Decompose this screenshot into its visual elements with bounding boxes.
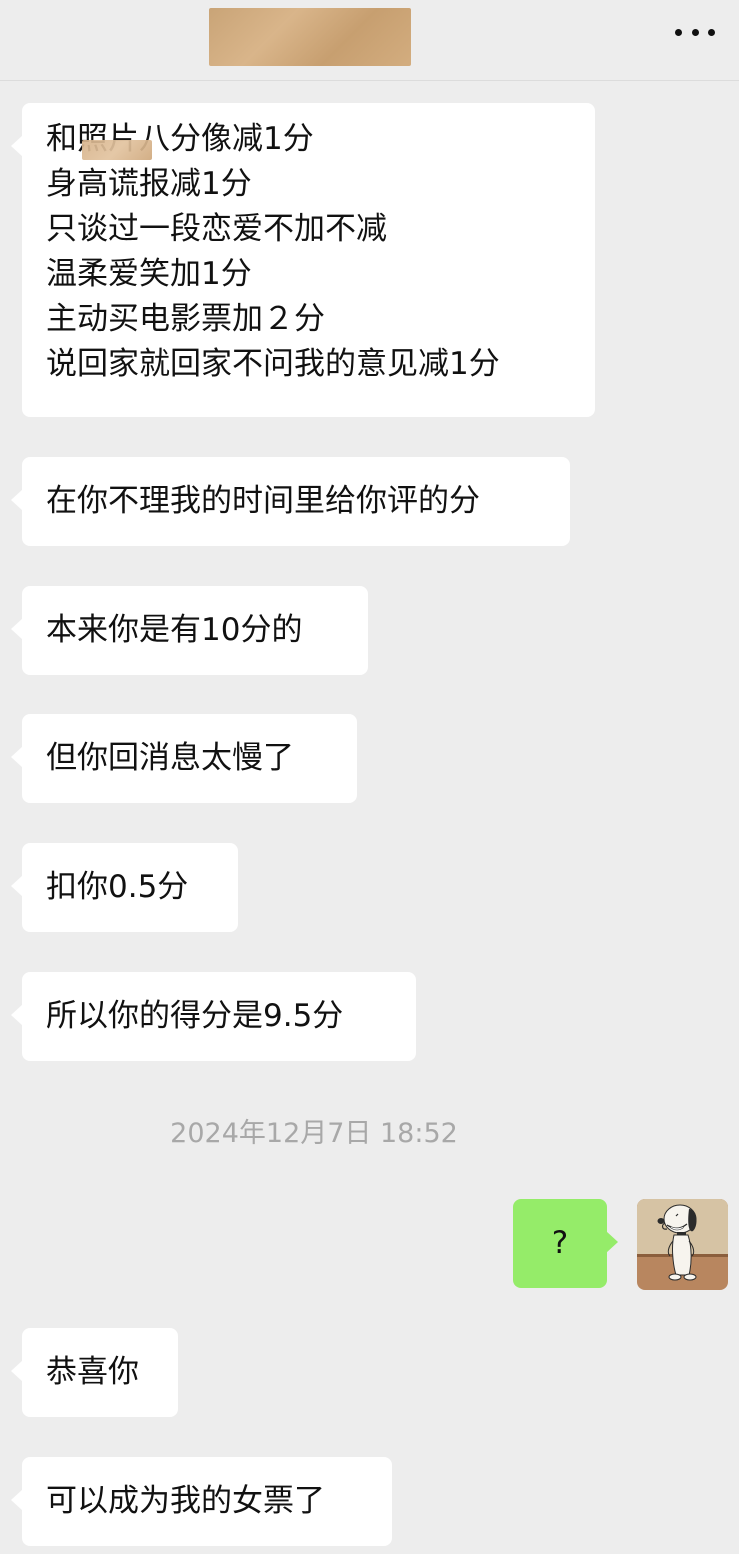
- sent-message-bubble[interactable]: ?: [513, 1199, 618, 1288]
- more-options-icon[interactable]: [675, 24, 715, 40]
- message-text: 扣你0.5分: [46, 869, 189, 905]
- message-text: ?: [551, 1225, 569, 1261]
- message-bubble[interactable]: 在你不理我的时间里给你评的分: [11, 457, 570, 546]
- message-bubble[interactable]: 扣你0.5分: [11, 843, 238, 932]
- message-text: 可以成为我的女票了: [46, 1483, 325, 1519]
- snoopy-avatar-icon: [637, 1199, 728, 1290]
- message-bubble[interactable]: 恭喜你: [11, 1328, 178, 1417]
- censored-chat-title: [209, 8, 411, 66]
- message-bubble[interactable]: 但你回消息太慢了: [11, 714, 357, 803]
- message-timestamp: 2024年12月7日 18:52: [170, 1118, 458, 1149]
- message-text: 本来你是有10分的: [46, 612, 303, 648]
- message-text: 在你不理我的时间里给你评的分: [46, 483, 480, 519]
- message-text: 但你回消息太慢了: [46, 740, 294, 776]
- message-bubble[interactable]: 所以你的得分是9.5分: [11, 972, 416, 1061]
- message-text: 恭喜你: [46, 1354, 139, 1390]
- message-text: 所以你的得分是9.5分: [46, 998, 344, 1034]
- chat-header: [0, 0, 739, 81]
- user-avatar[interactable]: [637, 1199, 728, 1290]
- message-bubble[interactable]: 可以成为我的女票了: [11, 1457, 392, 1546]
- message-bubble[interactable]: 本来你是有10分的: [11, 586, 368, 675]
- censor-patch: [82, 140, 152, 160]
